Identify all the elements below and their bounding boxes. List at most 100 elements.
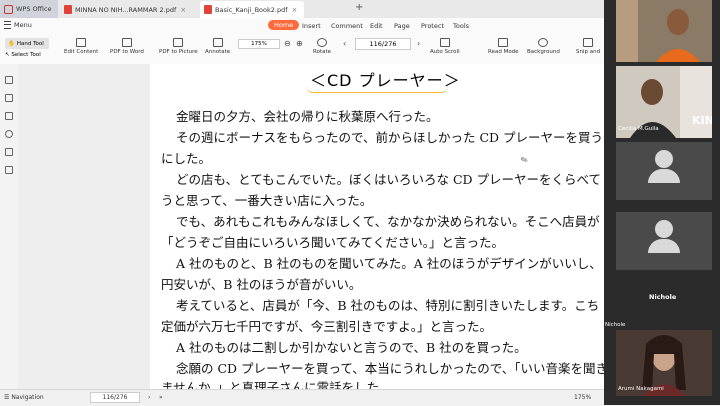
snip-label: Snip and bbox=[576, 49, 601, 55]
rotate-label: Rotate bbox=[313, 49, 332, 55]
main-menu-button[interactable]: Menu bbox=[4, 21, 32, 29]
auto-scroll-button[interactable]: Auto Scroll bbox=[430, 38, 460, 55]
pdf-to-word-label: PDF to Word bbox=[110, 49, 144, 55]
document-line: A 社のものは二割しか引かないと言うので、B 社のを買った。 bbox=[176, 340, 527, 355]
zoom-out-icon[interactable]: ⊖ bbox=[284, 39, 291, 48]
document-line: にした。 bbox=[161, 151, 212, 166]
thumbnail-icon[interactable] bbox=[5, 76, 13, 84]
select-tool-label: Select Tool bbox=[11, 52, 41, 58]
annotate-icon bbox=[212, 38, 223, 47]
annotate-button[interactable]: Annotate bbox=[205, 38, 230, 55]
pdf-to-picture-label: PDF to Picture bbox=[159, 49, 198, 55]
hamburger-icon bbox=[4, 21, 11, 29]
navigation-icon: ☰ bbox=[4, 394, 10, 401]
avatar bbox=[648, 220, 680, 253]
auto-scroll-label: Auto Scroll bbox=[430, 49, 460, 55]
navigation-label: Navigation bbox=[11, 394, 44, 401]
bookmark-icon[interactable] bbox=[5, 94, 13, 102]
highlight-underline bbox=[306, 86, 448, 93]
avatar-head bbox=[655, 220, 673, 238]
avatar-body bbox=[648, 169, 680, 183]
annotation-list-icon[interactable] bbox=[5, 112, 13, 120]
layers-icon[interactable] bbox=[5, 166, 13, 174]
zoom-select[interactable]: 175% bbox=[238, 39, 280, 49]
close-icon[interactable]: × bbox=[180, 6, 186, 14]
cursor-icon: ↖ bbox=[5, 52, 10, 58]
document-line: どの店も、とてもこんでいた。ぼくはいろいろな CD プレーヤーをくらべて bbox=[176, 172, 602, 187]
status-bar: ☰ Navigation 116/276 › » 175% bbox=[0, 389, 604, 406]
last-page-icon[interactable]: » bbox=[159, 394, 163, 401]
page-number-value: 116/276 bbox=[369, 40, 397, 48]
menu-comment[interactable]: Comment bbox=[331, 22, 363, 30]
document-line: 円安いが、B 社のほうが音がいい。 bbox=[161, 277, 362, 292]
participant-name-cecilia: Cecilia M.Gulla bbox=[618, 126, 659, 132]
document-line: A 社のものと、B 社のものを聞いてみた。A 社のほうがデザインがいいし、 bbox=[176, 256, 602, 271]
menu-bar: Menu Home Insert Comment Edit Page Prote… bbox=[0, 18, 604, 34]
document-line: 金曜日の夕方、会社の帰りに秋葉原へ行った。 bbox=[176, 109, 439, 124]
edit-content-button[interactable]: Edit Content bbox=[64, 38, 98, 55]
wps-logo-icon bbox=[4, 4, 13, 14]
snip-icon bbox=[583, 38, 594, 47]
background-button[interactable]: Background bbox=[527, 38, 560, 55]
auto-scroll-icon bbox=[439, 38, 450, 47]
participant-tile-presenter[interactable] bbox=[616, 0, 712, 62]
zoom-in-icon[interactable]: ⊕ bbox=[296, 39, 303, 48]
document-line: 定価が六万七千円ですが、今三割引きですよ。」と言った。 bbox=[161, 319, 493, 334]
pdf-file-icon bbox=[64, 5, 72, 14]
menu-tools[interactable]: Tools bbox=[453, 22, 469, 30]
participant-tile-empty-2[interactable] bbox=[616, 212, 712, 270]
page-number-field[interactable]: 116/276 bbox=[355, 38, 411, 50]
pdf-to-picture-button[interactable]: PDF to Picture bbox=[159, 38, 198, 55]
read-mode-button[interactable]: Read Mode bbox=[488, 38, 519, 55]
participant-tile-empty-1[interactable] bbox=[616, 142, 712, 200]
participant-tile-arumi[interactable]: Arumi Nakagami bbox=[616, 330, 712, 396]
avatar bbox=[648, 150, 680, 183]
close-icon[interactable]: × bbox=[292, 6, 298, 14]
background-label: Background bbox=[527, 49, 560, 55]
participant-name-arumi: Arumi Nakagami bbox=[618, 386, 664, 392]
rotate-button[interactable]: Rotate bbox=[313, 38, 331, 55]
edit-content-label: Edit Content bbox=[64, 49, 99, 55]
main-menu-label: Menu bbox=[14, 21, 32, 29]
hand-tool-button[interactable]: ✋ Hand Tool bbox=[5, 38, 49, 49]
tab-label: Basic_Kanji_Book2.pdf bbox=[215, 5, 288, 14]
next-page-icon[interactable]: › bbox=[417, 39, 420, 48]
avatar-head bbox=[655, 150, 673, 168]
status-page-value: 116/276 bbox=[102, 394, 128, 401]
navigation-button[interactable]: ☰ Navigation bbox=[4, 394, 44, 401]
tab-basic-kanji-book[interactable]: Basic_Kanji_Book2.pdf × bbox=[200, 1, 304, 18]
menu-home[interactable]: Home bbox=[268, 20, 300, 30]
pdf-to-word-button[interactable]: PDF to Word bbox=[110, 38, 144, 55]
snip-button[interactable]: Snip and bbox=[576, 38, 600, 55]
select-tool-button[interactable]: ↖ Select Tool bbox=[5, 52, 41, 58]
document-line: 考えていると、店員が「今、B 社のものは、特別に割引きいたします。こち bbox=[176, 298, 600, 313]
participant-name-nichole: Nichole bbox=[649, 293, 677, 301]
read-mode-label: Read Mode bbox=[488, 49, 519, 55]
document-area: ＜CD プレーヤー＞ ✎ 金曜日の夕方、会社の帰りに秋葉原へ行った。 その週にボ… bbox=[18, 64, 622, 395]
status-page-field[interactable]: 116/276 bbox=[90, 392, 140, 403]
zoom-value: 175% bbox=[251, 41, 267, 47]
participant-label-nichole: Nichole bbox=[605, 322, 626, 328]
menu-insert[interactable]: Insert bbox=[302, 22, 321, 30]
read-mode-icon bbox=[498, 38, 509, 47]
new-tab-button[interactable]: + bbox=[355, 2, 363, 13]
menu-page[interactable]: Page bbox=[394, 22, 410, 30]
tab-minna-no-nihongo[interactable]: MINNA NO NIH...RAMMAR 2.pdf × bbox=[60, 1, 198, 18]
document-line: でも、あれもこれもみんなほしくて、なかなか決められない。そこへ店員が bbox=[176, 214, 600, 229]
menu-protect[interactable]: Protect bbox=[421, 22, 444, 30]
next-page-status-icon[interactable]: › bbox=[148, 394, 150, 401]
previous-page-icon[interactable]: ‹ bbox=[343, 39, 346, 48]
hand-tool-label: Hand Tool bbox=[16, 40, 44, 47]
tab-wps-office[interactable]: WPS Office bbox=[0, 0, 58, 18]
participant-video bbox=[616, 0, 712, 62]
signature-icon[interactable] bbox=[5, 148, 13, 156]
pdf-to-picture-icon bbox=[173, 38, 184, 47]
menu-edit[interactable]: Edit bbox=[370, 22, 383, 30]
eye-icon bbox=[538, 38, 549, 47]
attachment-icon[interactable] bbox=[5, 130, 13, 138]
hand-icon: ✋ bbox=[8, 40, 15, 47]
tab-bar: WPS Office MINNA NO NIH...RAMMAR 2.pdf ×… bbox=[0, 0, 604, 19]
document-line: 念願の CD プレーヤーを買って、本当にうれしかったので、「いい音楽を聞き bbox=[176, 361, 609, 376]
participant-tile-cecilia[interactable]: Cecilia M.Gulla KINI bbox=[616, 66, 712, 138]
rotate-icon bbox=[317, 38, 327, 47]
